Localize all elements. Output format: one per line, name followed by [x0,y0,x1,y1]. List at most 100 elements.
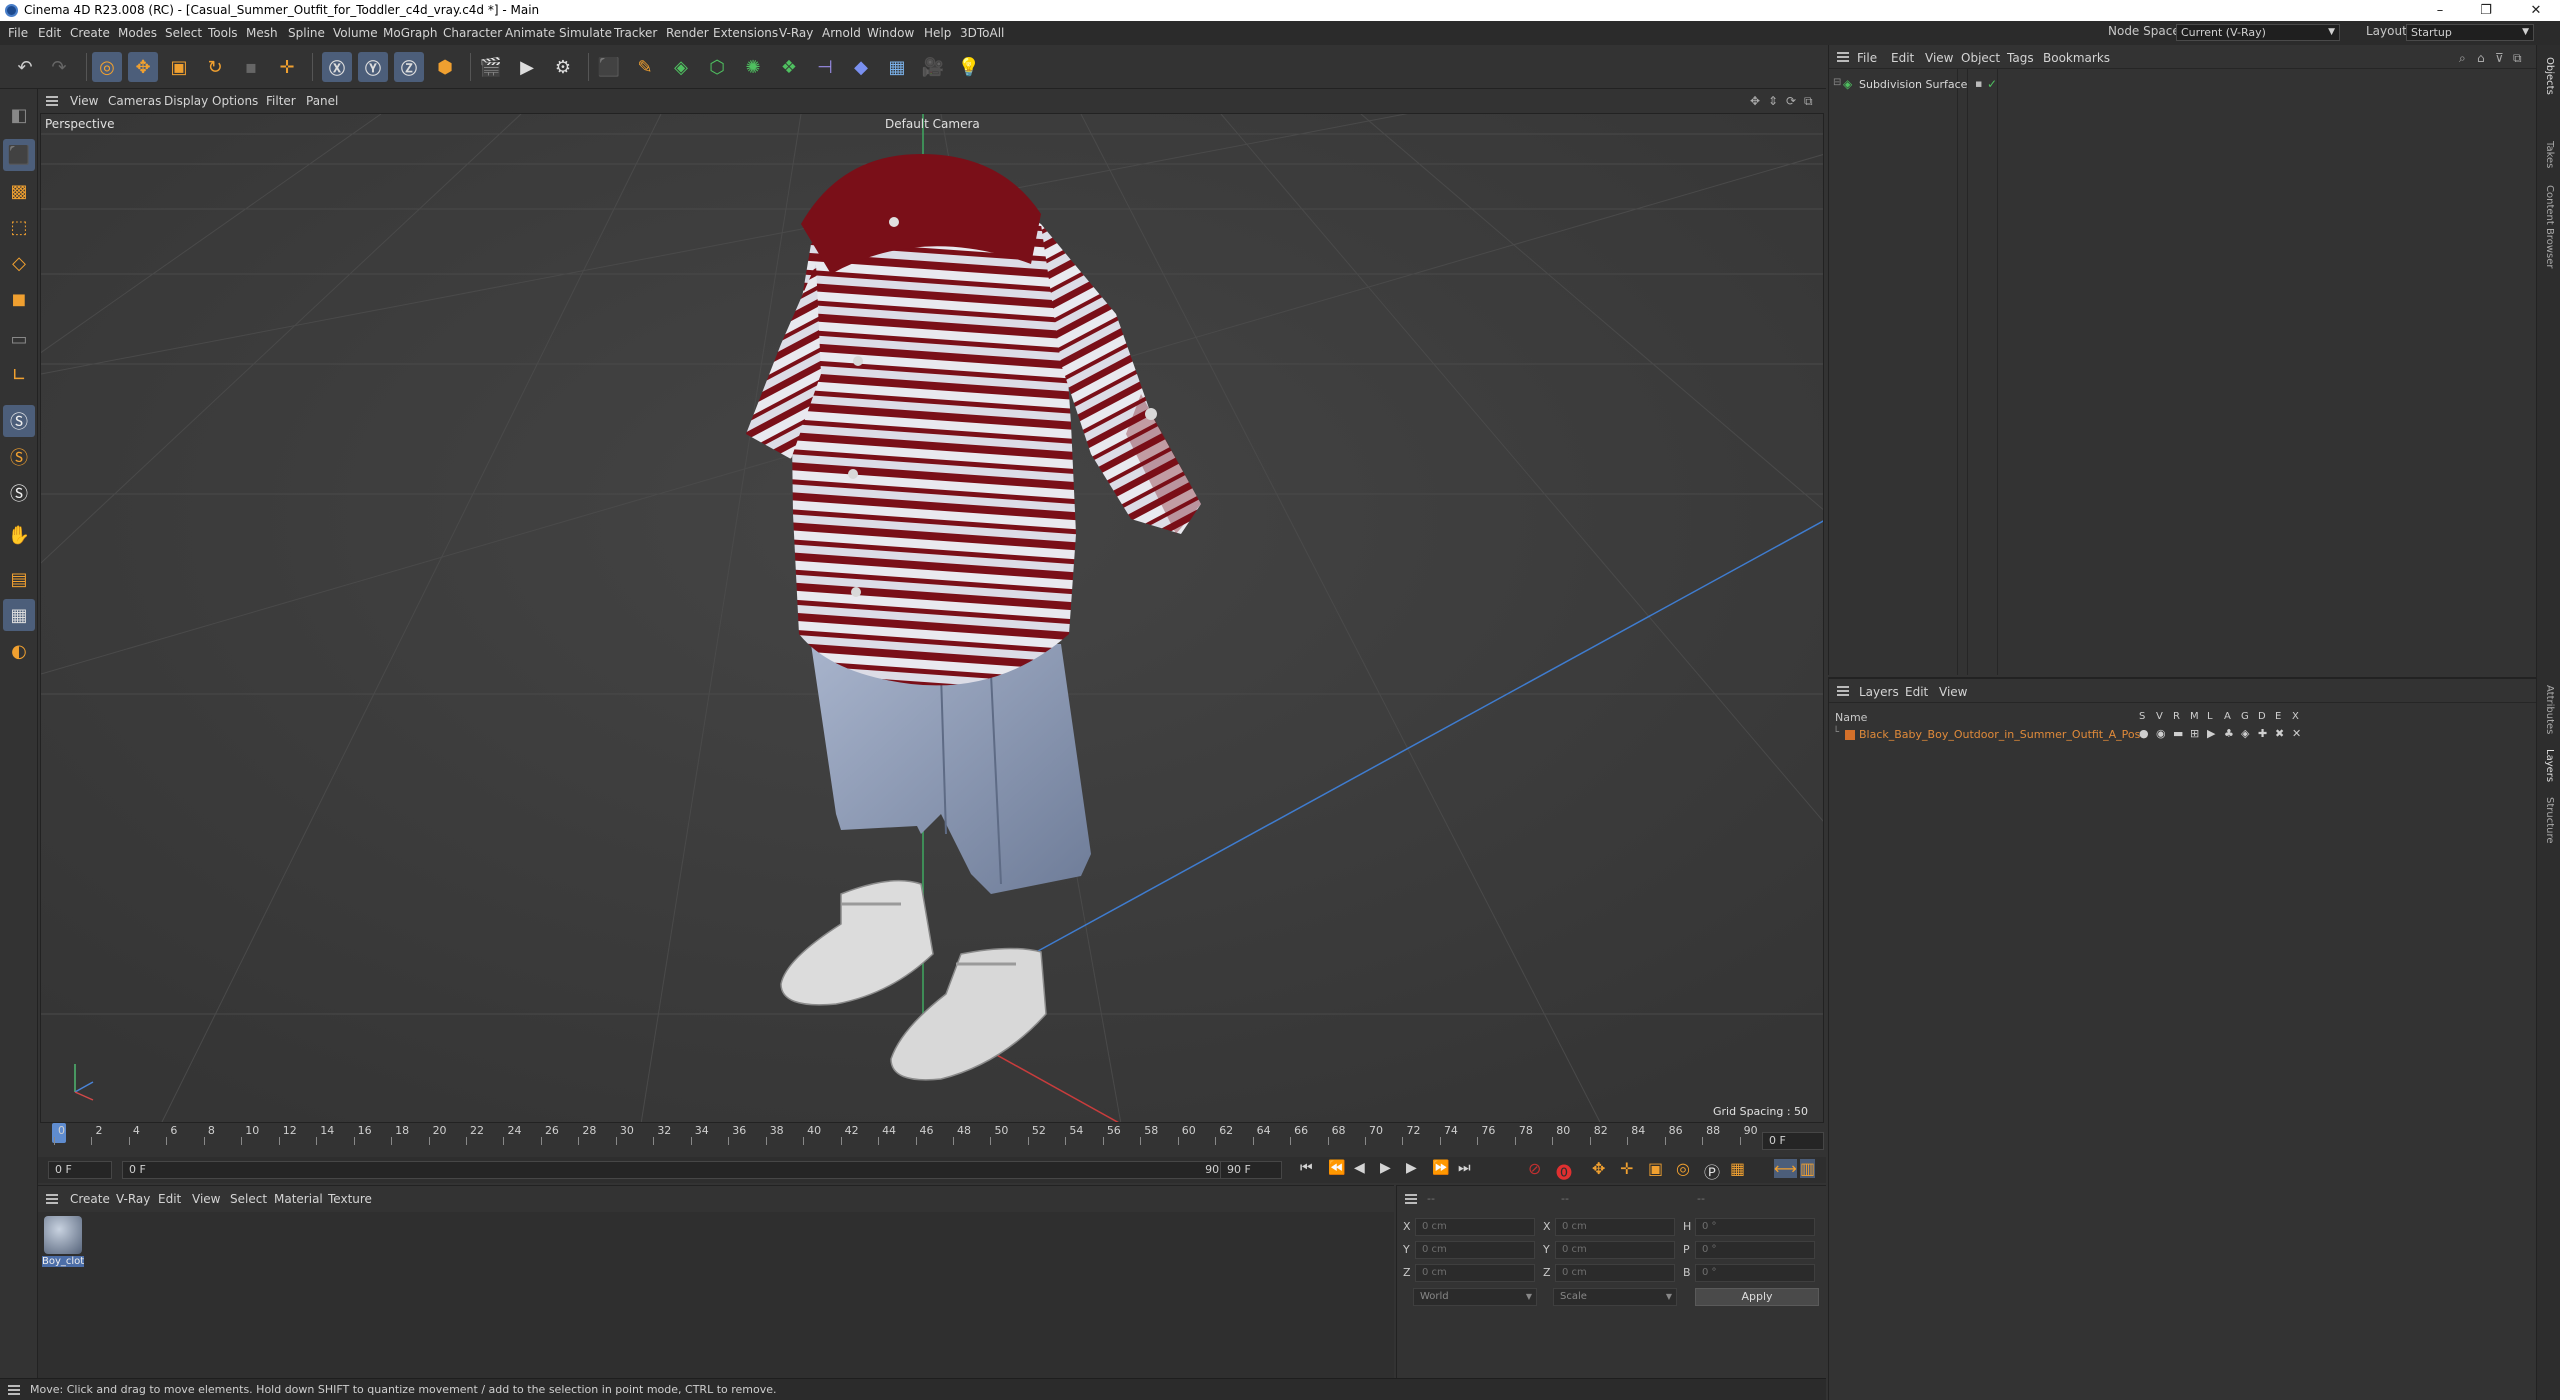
extrude-generator-icon[interactable]: ⬡ [702,52,732,82]
layer-menu-view[interactable]: View [1939,685,1967,699]
render-view-icon[interactable]: ▶ [512,52,542,82]
dope-sheet-icon[interactable]: ▥ [1800,1159,1816,1178]
status-hamburger-icon[interactable] [8,1385,20,1395]
coordinates-hamburger-icon[interactable] [1405,1194,1417,1204]
timeline-ruler[interactable]: 0 2 4 6 8 10 12 14 16 18 20 22 24 26 28 30 32 34 36 38 40 42 4… [38,1123,1826,1157]
paint-brush-icon[interactable]: ✋ [3,519,35,551]
material-menu-edit[interactable]: Edit [158,1192,181,1206]
y-axis-lock-icon[interactable]: Ⓨ [358,52,388,82]
layer-row[interactable]: └ Black_Baby_Boy_Outdoor_in_Summer_Outfi… [1833,727,2533,743]
edges-mode-icon[interactable]: ◇ [3,247,35,279]
cube-primitive-icon[interactable]: ⬛ [594,52,624,82]
cloner-icon[interactable]: ✺ [738,52,768,82]
position-x-field[interactable]: 0 cm [1415,1218,1535,1236]
size-z-field[interactable]: 0 cm [1555,1264,1675,1282]
viewport-menu-panel[interactable]: Panel [306,94,338,108]
new-window-icon[interactable]: ⧉ [2513,51,2522,66]
tab-layers[interactable]: Layers [2544,749,2555,782]
layer-menu-edit[interactable]: Edit [1905,685,1928,699]
menu-mograph[interactable]: MoGraph [383,26,438,40]
checker-grid-icon[interactable]: ▦ [3,599,35,631]
menu-tools[interactable]: Tools [208,26,238,40]
xpresso-icon[interactable]: ◐ [3,635,35,667]
maximize-button[interactable]: ❐ [2466,0,2506,21]
pen-spline-icon[interactable]: ✎ [630,52,660,82]
layer-flag-toggle-icon[interactable]: ⊞ [2190,727,2199,740]
viewport-menu-cameras[interactable]: Cameras [108,94,161,108]
layer-flag-toggle-icon[interactable]: ✚ [2258,727,2267,740]
menu-character[interactable]: Character [443,26,502,40]
menu-file[interactable]: File [8,26,28,40]
menu-create[interactable]: Create [70,26,110,40]
menu-3dtoall[interactable]: 3DToAll [960,26,1004,40]
make-editable-icon[interactable]: ◧ [3,99,35,131]
polygons-mode-icon[interactable]: ◼ [3,283,35,315]
position-y-field[interactable]: 0 cm [1415,1241,1535,1259]
menu-tracker[interactable]: Tracker [614,26,657,40]
rotation-h-field[interactable]: 0 ° [1695,1218,1815,1236]
close-button[interactable]: ✕ [2516,0,2556,21]
menu-mesh[interactable]: Mesh [246,26,278,40]
minimize-button[interactable]: – [2420,0,2460,21]
key-rotation-icon[interactable]: ✛ [1620,1159,1633,1178]
key-pla-icon[interactable]: Ⓟ [1704,1159,1720,1183]
layer-flag-toggle-icon[interactable]: ▶ [2207,727,2215,740]
node-space-dropdown[interactable]: Current (V-Ray) ▼ [2176,24,2340,41]
menu-animate[interactable]: Animate [505,26,555,40]
texture-mode-icon[interactable]: ▩ [3,175,35,207]
tab-structure[interactable]: Structure [2544,797,2555,844]
viewport-rotate-icon[interactable]: ⟳ [1786,94,1796,108]
3d-viewport[interactable]: Perspective Default Camera Grid Spacing … [40,113,1824,1123]
menu-arnold[interactable]: Arnold [822,26,861,40]
start-frame-field[interactable]: 0 F [48,1161,112,1179]
home-icon[interactable]: ⌂ [2477,51,2485,65]
viewport-move-icon[interactable]: ✥ [1750,94,1760,108]
auto-keying-icon[interactable]: ⓿ [1556,1159,1572,1183]
object-menu-object[interactable]: Object [1961,51,2000,65]
viewport-menu-filter[interactable]: Filter [266,94,296,108]
coordinate-system-dropdown[interactable]: World ▼ [1413,1288,1537,1306]
key-grid-icon[interactable]: ▦ [1730,1159,1745,1178]
key-scale-icon[interactable]: ▣ [1648,1159,1663,1178]
next-frame-icon[interactable]: ▶ [1406,1160,1417,1176]
menu-window[interactable]: Window [867,26,914,40]
material-menu-view[interactable]: View [192,1192,220,1206]
layer-hamburger-icon[interactable] [1837,686,1849,696]
menu-volume[interactable]: Volume [333,26,378,40]
end-frame-field[interactable]: 90 F [1220,1161,1282,1179]
last-tool-icon[interactable]: ▪ [236,52,266,82]
layer-flag-toggle-icon[interactable]: ▬ [2173,727,2183,740]
timeline-current-frame[interactable]: 0 F [1762,1132,1824,1150]
model-mode-icon[interactable]: ⬛ [3,139,35,171]
material-menu-vray[interactable]: V-Ray [116,1192,150,1206]
frame-range-slider[interactable]: 0 F 90 F [122,1161,1238,1179]
viewport-maximize-icon[interactable]: ⧉ [1804,94,1813,109]
camera-icon[interactable]: 🎥 [918,52,948,82]
viewport-menu-display[interactable]: Display [164,94,208,108]
material-menu-texture[interactable]: Texture [328,1192,372,1206]
previous-frame-icon[interactable]: ◀ [1354,1160,1365,1176]
scale-tool-icon[interactable]: ▣ [164,52,194,82]
move-tool-icon[interactable]: ✥ [128,52,158,82]
redo-icon[interactable]: ↷ [44,52,74,82]
menu-render[interactable]: Render [666,26,709,40]
object-menu-tags[interactable]: Tags [2007,51,2034,65]
undo-icon[interactable]: ↶ [10,52,40,82]
quantize-icon[interactable]: Ⓢ [3,477,35,509]
filter-icon[interactable]: ⊽ [2495,51,2504,65]
bend-deformer-icon[interactable]: ⊣ [810,52,840,82]
size-y-field[interactable]: 0 cm [1555,1241,1675,1259]
record-keys-icon[interactable]: ⊘ [1528,1159,1541,1178]
menu-help[interactable]: Help [924,26,951,40]
world-coordinates-icon[interactable]: ⬢ [430,52,460,82]
rotation-b-field[interactable]: 0 ° [1695,1264,1815,1282]
rotation-p-field[interactable]: 0 ° [1695,1241,1815,1259]
layer-color-swatch[interactable] [1845,730,1855,740]
layer-flag-toggle-icon[interactable]: ✖ [2275,727,2284,740]
apply-button[interactable]: Apply [1695,1288,1819,1306]
material-hamburger-icon[interactable] [46,1194,58,1204]
viewport-hamburger-icon[interactable] [46,96,58,106]
tab-objects[interactable]: Objects [2544,57,2555,95]
material-swatch[interactable]: Boy_clot [42,1216,84,1274]
layer-menu-layers[interactable]: Layers [1859,685,1899,699]
